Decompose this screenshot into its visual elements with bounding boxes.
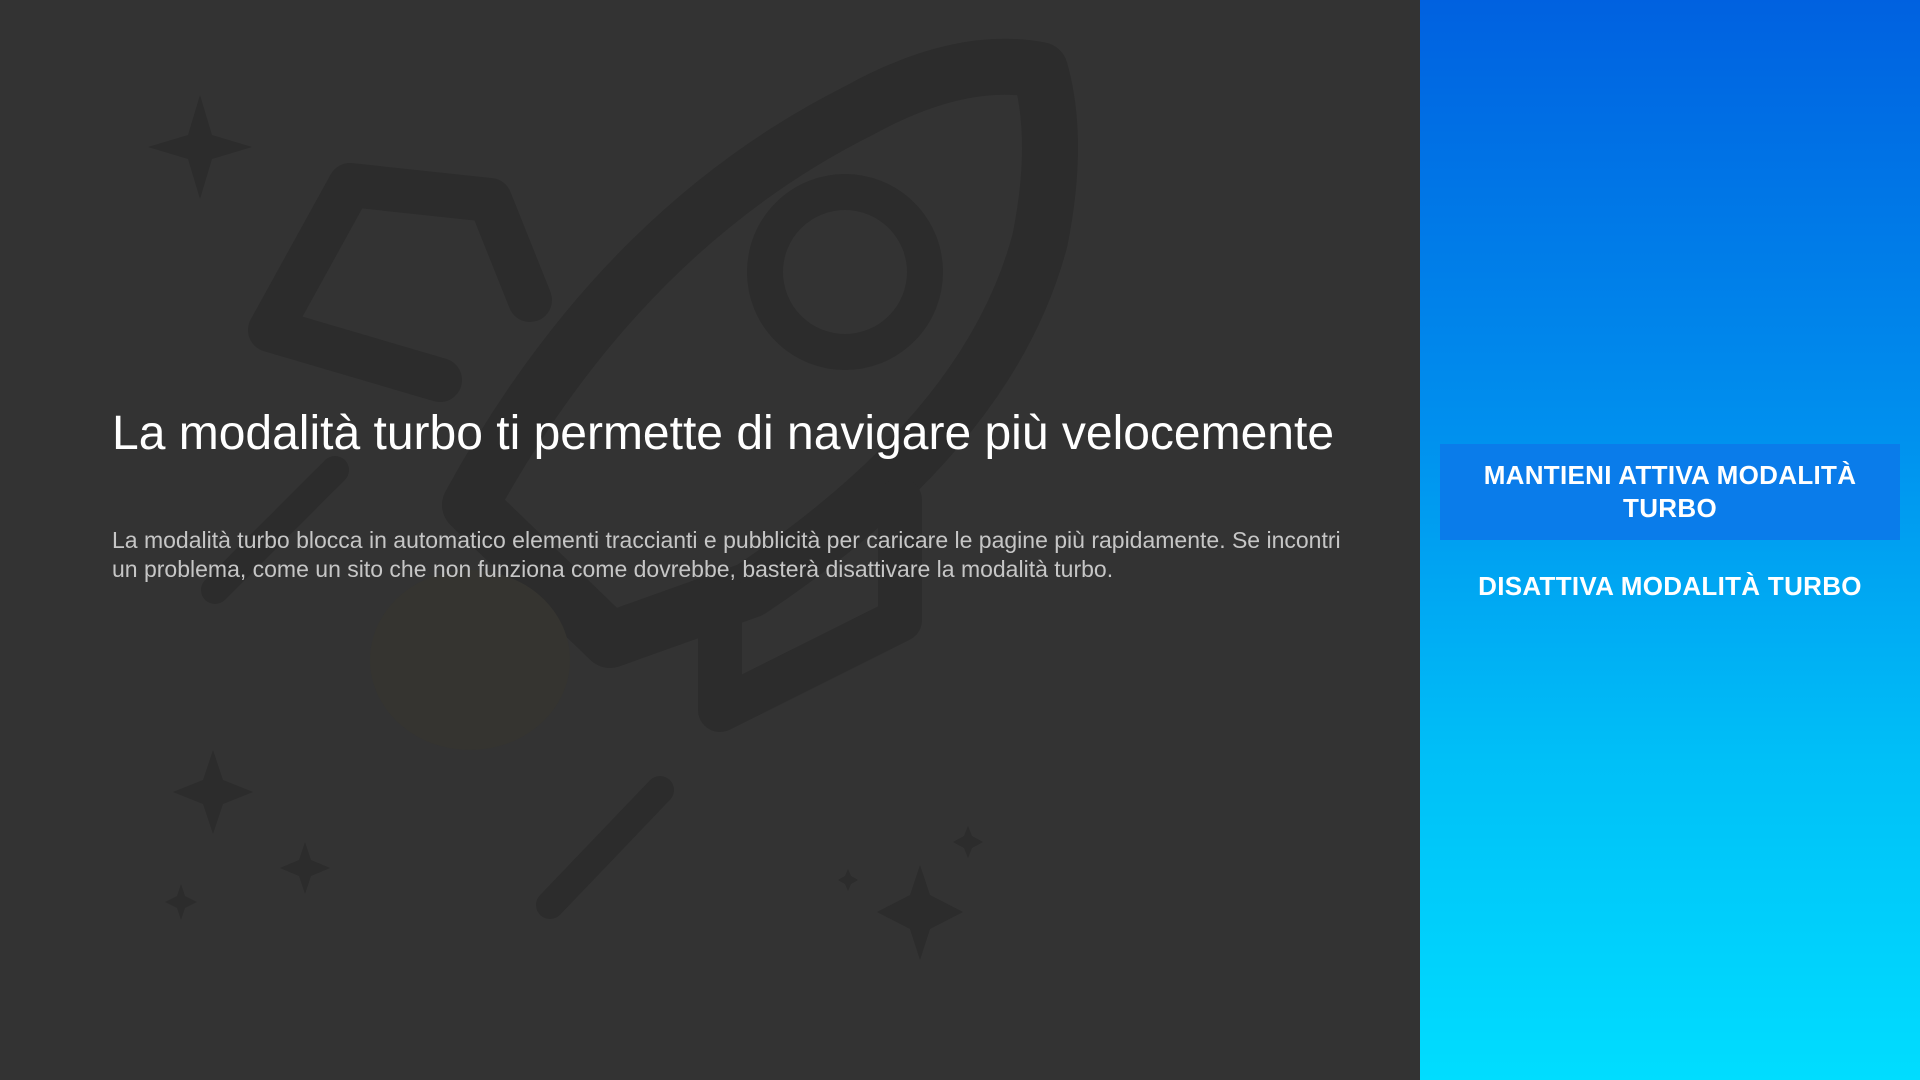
turbo-mode-screen: La modalità turbo ti permette di navigar… [0, 0, 1920, 1080]
disable-turbo-mode-button[interactable]: DISATTIVA MODALITÀ TURBO [1440, 570, 1900, 610]
dialog-description: La modalità turbo blocca in automatico e… [112, 527, 1341, 582]
dialog-title: La modalità turbo ti permette di navigar… [112, 407, 1335, 460]
action-panel: MANTIENI ATTIVA MODALITÀ TURBO DISATTIVA… [1420, 0, 1920, 1080]
keep-turbo-mode-button[interactable]: MANTIENI ATTIVA MODALITÀ TURBO [1440, 444, 1900, 540]
main-panel: La modalità turbo ti permette di navigar… [0, 0, 1420, 1080]
flame-icon [370, 570, 570, 750]
dialog-content: La modalità turbo ti permette di navigar… [112, 400, 1352, 584]
